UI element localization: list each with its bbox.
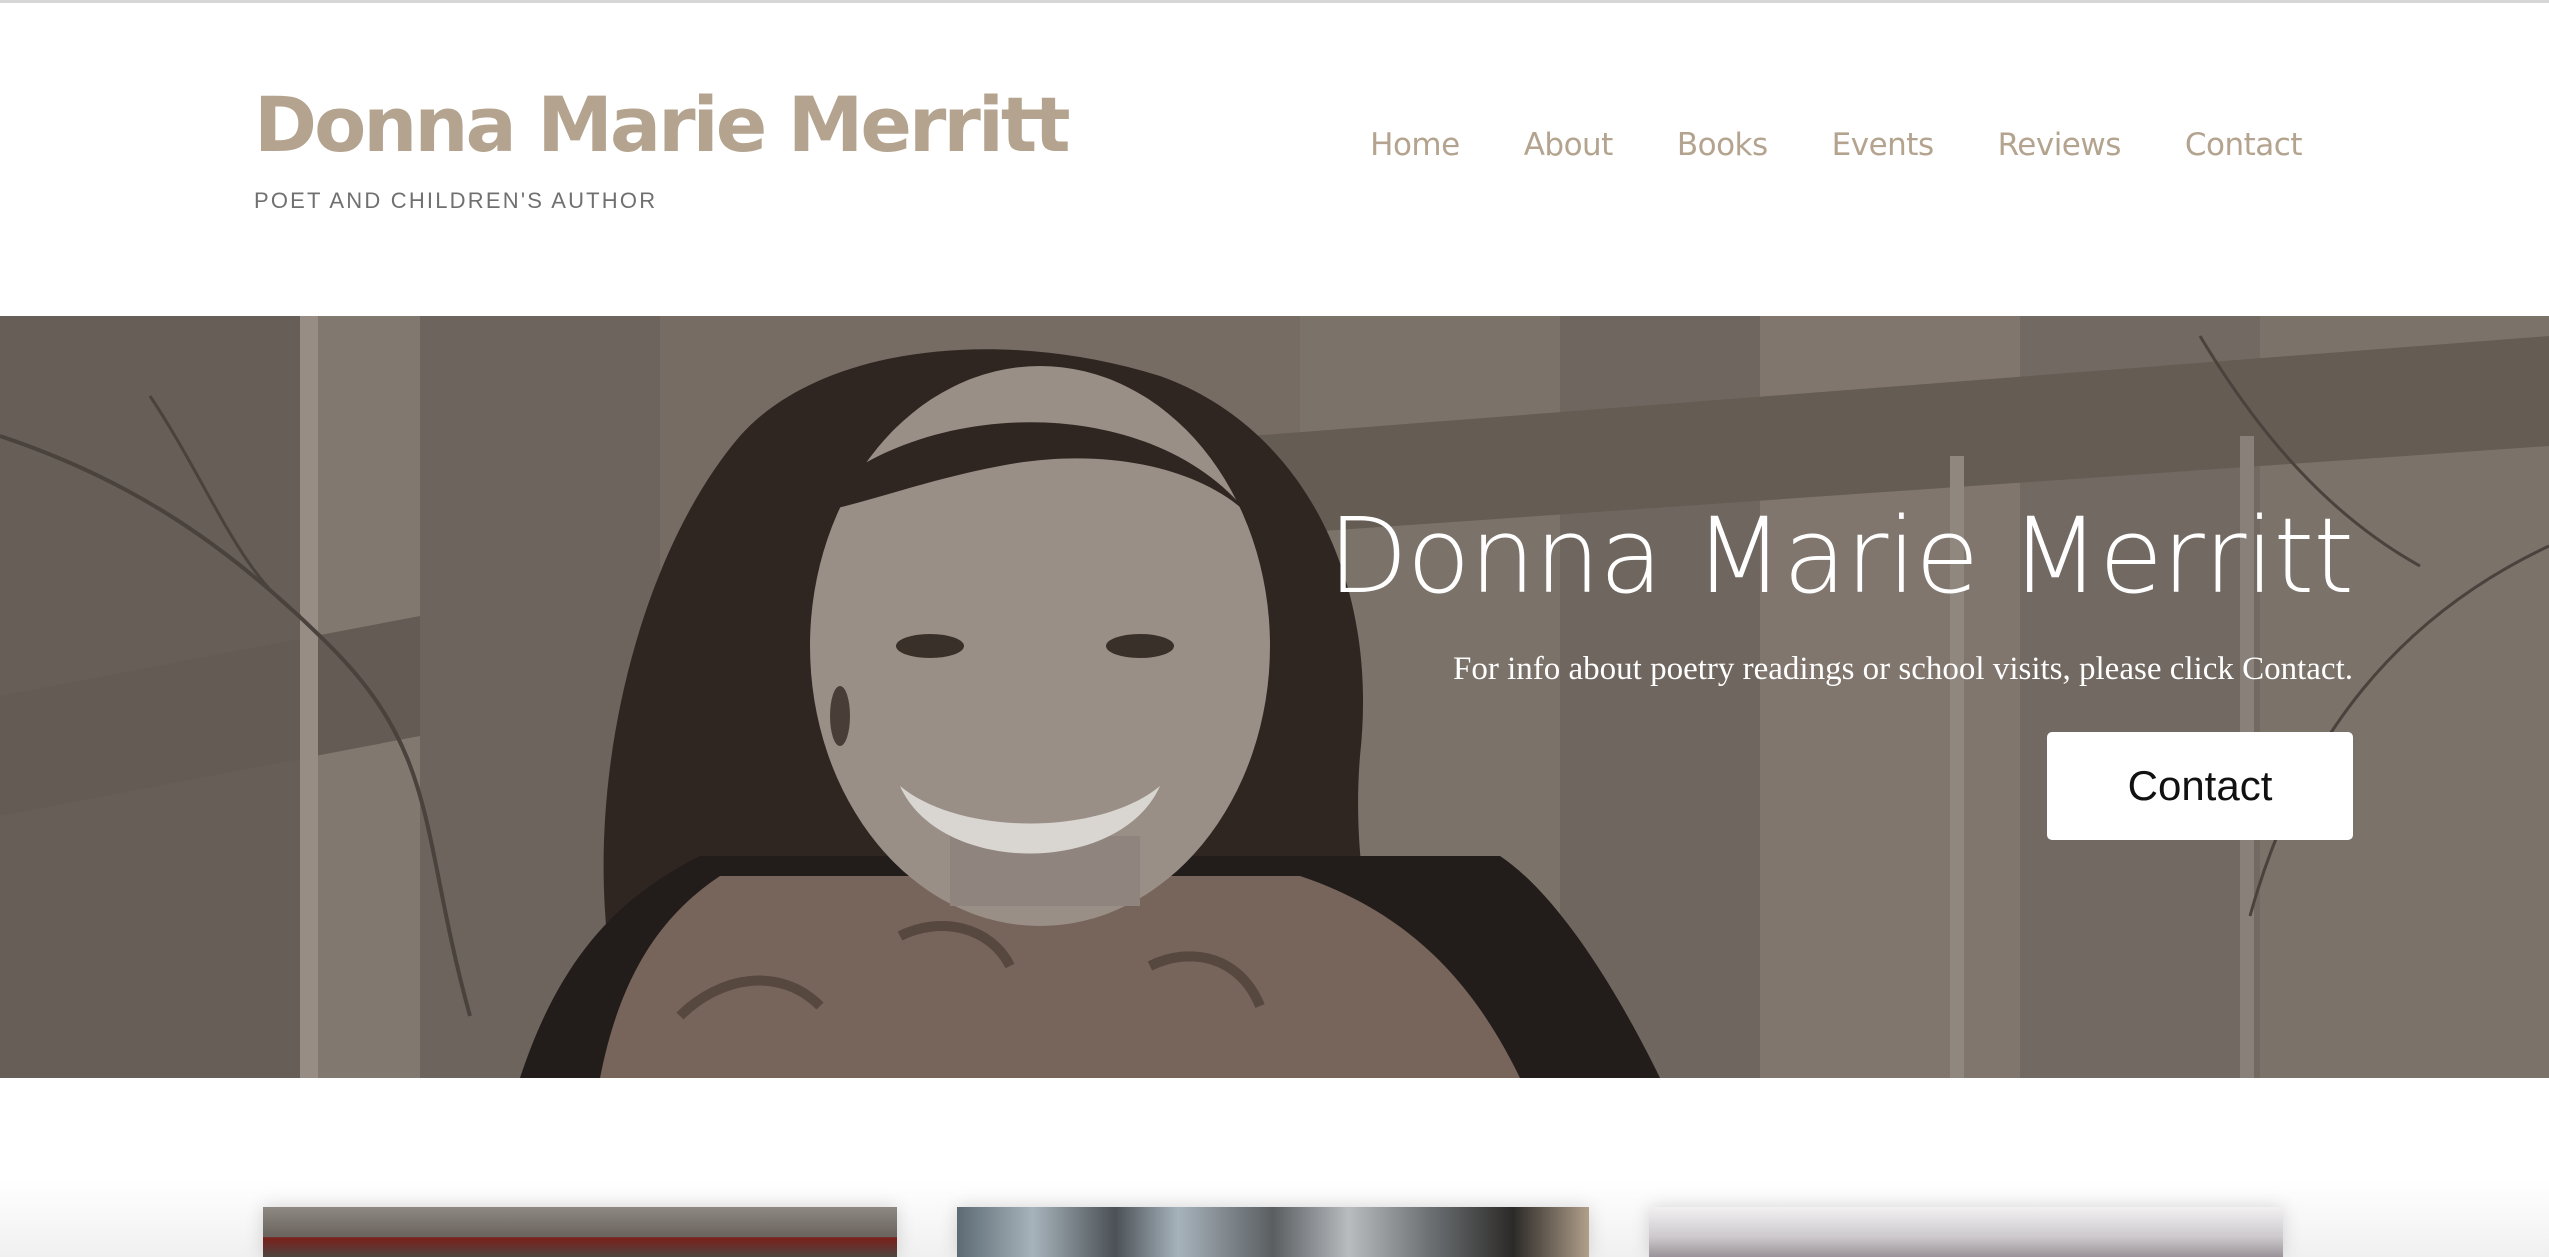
hero-overlay xyxy=(0,316,2549,1078)
nav-books[interactable]: Books xyxy=(1677,127,1768,163)
feature-card-image[interactable] xyxy=(1649,1207,2283,1257)
main-nav: Home About Books Events Reviews Contact xyxy=(1306,127,2302,163)
hero-banner: Donna Marie Merritt For info about poetr… xyxy=(0,316,2549,1078)
nav-events[interactable]: Events xyxy=(1832,127,1934,163)
site-title[interactable]: Donna Marie Merritt xyxy=(254,87,1071,163)
nav-contact[interactable]: Contact xyxy=(2185,127,2303,163)
hero-title: Donna Marie Merritt xyxy=(1327,495,2354,617)
site-tagline: POET AND CHILDREN'S AUTHOR xyxy=(254,188,658,213)
feature-card-image[interactable] xyxy=(957,1207,1589,1257)
nav-about[interactable]: About xyxy=(1524,127,1614,163)
contact-button[interactable]: Contact xyxy=(2047,732,2353,840)
nav-home[interactable]: Home xyxy=(1370,127,1460,163)
feature-card-image[interactable] xyxy=(263,1207,897,1257)
site-header: Donna Marie Merritt POET AND CHILDREN'S … xyxy=(0,3,2549,316)
nav-reviews[interactable]: Reviews xyxy=(1998,127,2122,163)
hero-subtitle: For info about poetry readings or school… xyxy=(1453,651,2353,687)
